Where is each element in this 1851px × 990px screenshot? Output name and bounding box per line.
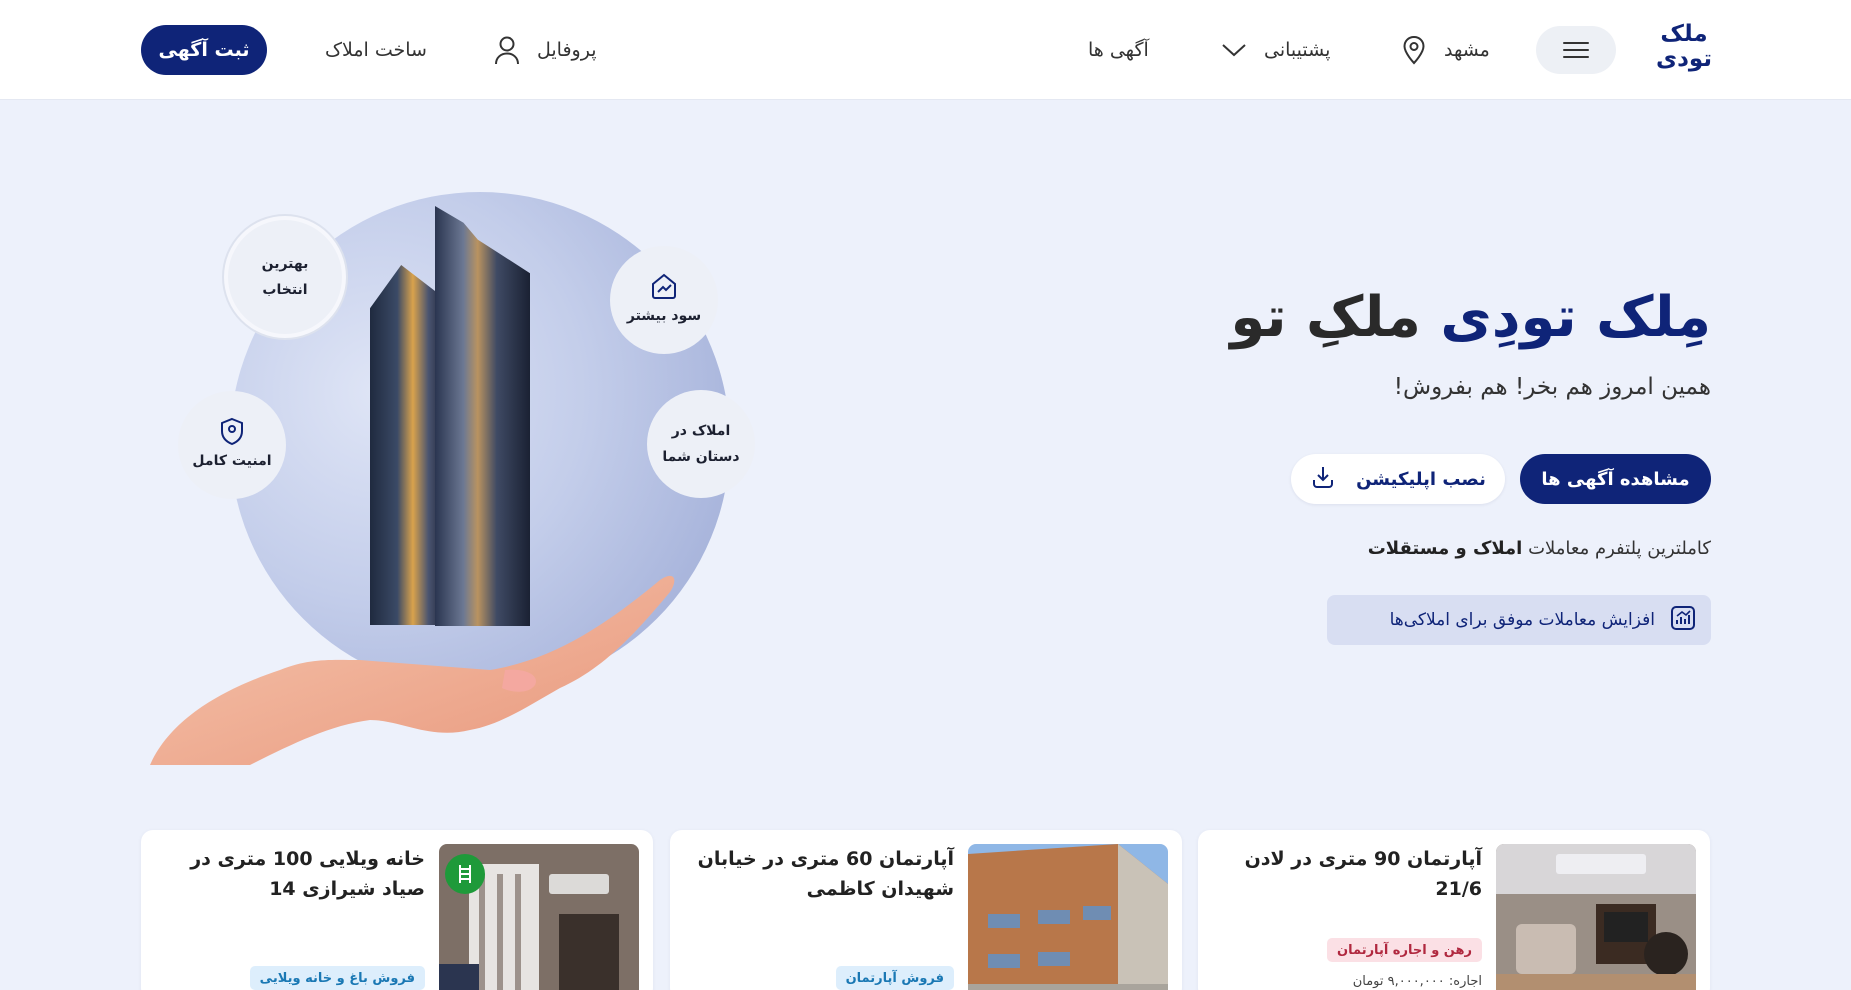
- profile-label: پروفایل: [537, 39, 597, 61]
- properties-in-hands-badge: املاک در دستان شما: [647, 390, 755, 498]
- city-label: مشهد: [1444, 39, 1490, 61]
- chevron-down-icon: [1218, 34, 1250, 66]
- install-app-button[interactable]: نصب اپلیکیشن: [1291, 454, 1505, 504]
- download-icon: [1310, 464, 1336, 495]
- best-choice-badge: بهترین انتخاب: [228, 220, 342, 334]
- menu-button[interactable]: [1536, 26, 1616, 74]
- listing-card[interactable]: آپارتمان 60 متری در خیابان شهیدان کاظمی …: [670, 830, 1182, 990]
- ladder-icon: [445, 854, 485, 894]
- hero-illustration: بهترین انتخاب سود بیشتر امنیت کامل املاک…: [130, 180, 770, 780]
- view-ads-button[interactable]: مشاهده آگهی ها: [1520, 454, 1711, 504]
- trend-up-home-icon: [649, 271, 679, 301]
- listing-price: اجاره: ۹,۰۰۰,۰۰۰ تومان: [1352, 974, 1482, 989]
- ads-label: آگهی ها: [1088, 39, 1149, 61]
- nav-ads-link[interactable]: آگهی ها: [1088, 30, 1149, 70]
- listing-category-tag: رهن و اجاره آپارتمان: [1327, 938, 1482, 962]
- growth-chart-icon: [1669, 604, 1697, 637]
- city-selector[interactable]: مشهد: [1398, 30, 1490, 70]
- hero-title-brand: مِلک تودِی: [1440, 285, 1711, 350]
- install-app-label: نصب اپلیکیشن: [1356, 468, 1486, 490]
- more-profit-badge: سود بیشتر: [610, 246, 718, 354]
- hero-title-rest: ملکِ تو: [1230, 285, 1421, 350]
- hero-title: مِلک تودِی ملکِ تو: [1230, 282, 1711, 354]
- full-security-badge: امنیت کامل: [178, 391, 286, 499]
- profile-link[interactable]: پروفایل: [491, 30, 597, 70]
- top-header: ملک تودی مشهد پشتیبانی آگهی ها پروفایل س…: [0, 0, 1851, 100]
- listing-photo: [1496, 844, 1696, 990]
- feature-banner: افزایش معاملات موفق برای املاکی‌ها: [1327, 595, 1711, 645]
- location-pin-icon: [1398, 34, 1430, 66]
- listing-card[interactable]: خانه ویلایی 100 متری در صیاد شیرازی 14 ف…: [141, 830, 653, 990]
- listing-category-tag: فروش آپارتمان: [835, 966, 954, 990]
- hero-subtitle: همین امروز هم بخر! هم بفروش!: [1393, 374, 1711, 400]
- hamburger-icon: [1563, 42, 1589, 58]
- support-label: پشتیبانی: [1264, 39, 1331, 61]
- post-ad-button[interactable]: ثبت آگهی: [141, 25, 267, 75]
- site-logo[interactable]: ملک تودی: [1655, 22, 1713, 72]
- build-label: ساخت املاک: [325, 39, 427, 61]
- feature-text: افزایش معاملات موفق برای املاکی‌ها: [1389, 610, 1655, 630]
- listing-photo: [968, 844, 1168, 990]
- support-menu[interactable]: پشتیبانی: [1218, 30, 1330, 70]
- platform-tagline: کاملترین پلتفرم معاملات املاک و مستقلات: [1367, 538, 1711, 559]
- listing-title: آپارتمان 60 متری در خیابان شهیدان کاظمی: [697, 848, 954, 900]
- listing-title: آپارتمان 90 متری در لادن 21/6: [1244, 848, 1482, 900]
- build-property-link[interactable]: ساخت املاک: [325, 30, 427, 70]
- listing-title: خانه ویلایی 100 متری در صیاد شیرازی 14: [190, 848, 425, 900]
- shield-icon: [217, 416, 247, 446]
- hand-illustration: [150, 575, 675, 765]
- listing-category-tag: فروش باغ و خانه ویلایی: [249, 966, 425, 990]
- user-icon: [491, 34, 523, 66]
- listing-card[interactable]: آپارتمان 90 متری در لادن 21/6 رهن و اجار…: [1198, 830, 1710, 990]
